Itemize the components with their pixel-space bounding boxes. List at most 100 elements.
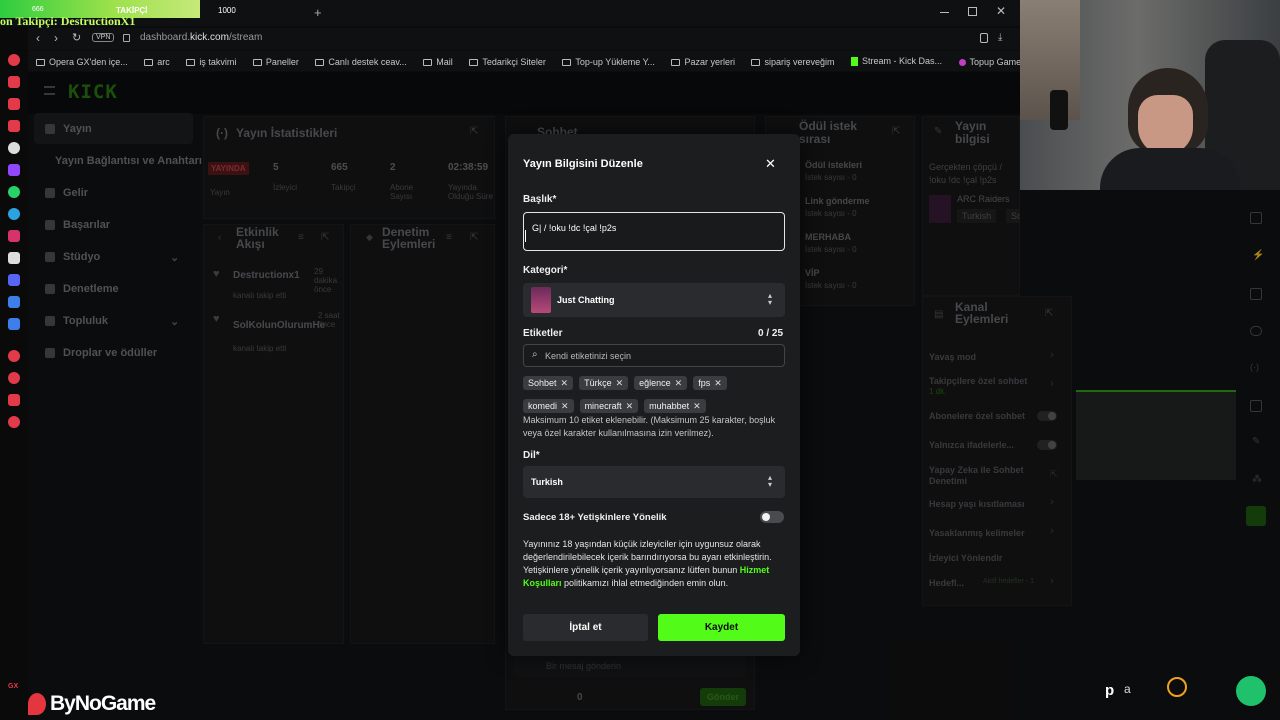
tag-label: minecraft	[584, 401, 622, 411]
select-arrows-icon: ▴ ▾	[768, 473, 773, 489]
bookmark-item[interactable]: Paneller	[252, 52, 299, 72]
vpn-badge[interactable]: VPN	[92, 33, 115, 42]
discord-icon[interactable]	[8, 274, 20, 286]
support-icon[interactable]	[1236, 676, 1266, 706]
sidebar-app-icon[interactable]	[8, 318, 20, 330]
close-window-icon[interactable]: ✕	[996, 4, 1006, 18]
language-select[interactable]: Turkish ▴ ▾	[523, 466, 785, 498]
adult-toggle[interactable]	[760, 511, 784, 523]
bookmarks-bar: Opera GX'den içe... arc iş takvimi Panel…	[28, 51, 1052, 72]
tags-label: Etiketler	[523, 328, 563, 339]
url-field[interactable]: dashboard.kick.com/stream	[140, 32, 262, 43]
x-icon[interactable]	[8, 252, 20, 264]
folder-icon	[144, 58, 154, 66]
tag-list: Sohbet ✕ Türkçe ✕ eğlence ✕ fps ✕ komedi ✕ minecr…	[523, 373, 785, 419]
folder-icon	[751, 58, 761, 66]
telegram-icon[interactable]	[8, 208, 20, 220]
a-icon[interactable]: a	[1124, 682, 1131, 696]
text-cursor-icon	[525, 230, 527, 242]
bookmark-label: Canlı destek ceav...	[328, 57, 407, 67]
extensions-icon[interactable]	[8, 394, 20, 406]
tag-chip[interactable]: eğlence ✕	[634, 376, 688, 390]
music-icon[interactable]	[8, 350, 20, 362]
tag-chip[interactable]: Türkçe ✕	[579, 376, 629, 390]
sidebar-app-icon[interactable]	[8, 98, 20, 110]
remove-tag-icon[interactable]: ✕	[675, 378, 683, 389]
tag-chip[interactable]: fps ✕	[693, 376, 727, 390]
chatgpt-icon[interactable]	[8, 142, 20, 154]
save-button[interactable]: Kaydet	[658, 614, 785, 641]
bookmark-label: sipariş vereveğim	[764, 57, 835, 67]
maximize-icon[interactable]	[968, 7, 977, 16]
sidebar-app-icon[interactable]	[8, 296, 20, 308]
webcam-feed	[1020, 0, 1280, 190]
category-thumbnail	[531, 287, 551, 313]
history-icon[interactable]	[8, 372, 20, 384]
download-icon[interactable]: ⤓	[998, 32, 1002, 43]
reload-icon[interactable]: ↻	[72, 31, 81, 44]
url-domain: dashboard.	[140, 32, 191, 43]
pin-icon[interactable]	[980, 33, 988, 43]
sidebar-app-icon[interactable]	[8, 76, 20, 88]
remove-tag-icon[interactable]: ✕	[693, 401, 701, 412]
clock-icon[interactable]	[1167, 677, 1187, 697]
settings-icon[interactable]	[8, 416, 20, 428]
tag-label: Türkçe	[584, 378, 612, 388]
title-input[interactable]: G| / !oku !dc !çal !p2s	[523, 212, 785, 251]
folder-icon	[671, 58, 681, 66]
opera-icon[interactable]	[8, 54, 20, 66]
minimize-icon[interactable]	[940, 12, 949, 13]
bookmark-item[interactable]: iş takvimi	[186, 52, 236, 72]
search-icon: ⌕	[532, 349, 538, 360]
remove-tag-icon[interactable]: ✕	[626, 401, 634, 412]
tags-placeholder: Kendi etiketinizi seçin	[545, 351, 632, 361]
gx-badge: GX	[8, 683, 19, 690]
tag-chip[interactable]: muhabbet ✕	[644, 399, 706, 413]
folder-icon	[315, 58, 325, 66]
bookmark-item[interactable]: Tedarikçi Siteler	[469, 52, 546, 72]
forward-icon[interactable]: ›	[54, 31, 58, 45]
remove-tag-icon[interactable]: ✕	[561, 378, 569, 389]
new-tab-button[interactable]: +	[314, 5, 322, 20]
folder-icon	[186, 58, 196, 66]
whatsapp-icon[interactable]	[8, 186, 20, 198]
bynogame-mark-icon	[28, 693, 46, 715]
url-path: /stream	[228, 32, 263, 43]
bookmark-item[interactable]: Mail	[423, 52, 453, 72]
bookmark-item[interactable]: Stream - Kick Das...	[851, 51, 942, 71]
back-icon[interactable]: ‹	[36, 31, 40, 45]
bookmark-label: Top-up Yükleme Y...	[575, 57, 655, 67]
bookmark-label: arc	[157, 57, 170, 67]
p-icon[interactable]: p	[1105, 682, 1114, 699]
close-icon[interactable]: ✕	[765, 156, 776, 172]
tag-label: eğlence	[639, 378, 671, 388]
cancel-button[interactable]: İptal et	[523, 614, 648, 641]
bookmark-label: Paneller	[265, 57, 299, 67]
tag-chip[interactable]: minecraft ✕	[579, 399, 639, 413]
remove-tag-icon[interactable]: ✕	[561, 401, 569, 412]
webcam-microphone	[1050, 90, 1068, 130]
modal-title: Yayın Bilgisini Düzenle	[523, 158, 643, 170]
folder-icon	[562, 58, 572, 66]
remove-tag-icon[interactable]: ✕	[616, 378, 624, 389]
tag-label: Sohbet	[528, 378, 557, 388]
tag-label: fps	[698, 378, 711, 388]
bookmark-item[interactable]: sipariş vereveğim	[751, 52, 835, 72]
category-select[interactable]: Just Chatting ▴ ▾	[523, 283, 785, 317]
instagram-icon[interactable]	[8, 230, 20, 242]
remove-tag-icon[interactable]: ✕	[714, 378, 722, 389]
url-host: kick.com	[190, 32, 229, 43]
bookmark-item[interactable]: Opera GX'den içe...	[36, 52, 128, 72]
webcam-person-face	[1138, 95, 1193, 155]
bookmark-item[interactable]: Pazar yerleri	[671, 52, 735, 72]
tag-chip[interactable]: Sohbet ✕	[523, 376, 574, 390]
sidebar-app-icon[interactable]	[8, 120, 20, 132]
tags-input[interactable]: ⌕ Kendi etiketinizi seçin	[523, 344, 785, 367]
bookmark-item[interactable]: Top-up Yükleme Y...	[562, 52, 655, 72]
twitch-icon[interactable]	[8, 164, 20, 176]
folder-icon	[252, 58, 262, 66]
toggle-knob	[762, 513, 770, 521]
bookmark-item[interactable]: arc	[144, 52, 170, 72]
bookmark-item[interactable]: Canlı destek ceav...	[315, 52, 407, 72]
tag-chip[interactable]: komedi ✕	[523, 399, 574, 413]
